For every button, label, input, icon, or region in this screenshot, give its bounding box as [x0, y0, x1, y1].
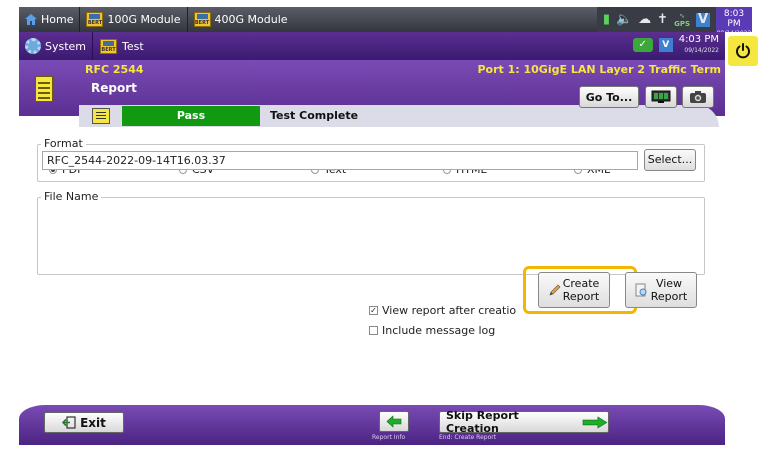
camera-icon — [690, 91, 706, 103]
monitor-icon — [651, 90, 671, 103]
checkbox-icon — [369, 326, 378, 335]
test-state-label: Test Complete — [270, 109, 359, 122]
os-clock: 8:03 PM 09/14/2022 — [716, 7, 752, 37]
gps-icon: ∿ GPS — [674, 11, 690, 28]
test-button[interactable]: BERT Test — [93, 32, 151, 60]
include-log-label: Include message log — [382, 324, 496, 337]
pencil-icon — [549, 284, 561, 296]
test-app-window: System BERT Test ✓ V 4:03 PM 09/14/2022 … — [19, 32, 725, 445]
os-tab-label: Home — [41, 13, 74, 26]
app-clock: 4:03 PM 09/14/2022 — [679, 34, 719, 56]
view-report-label-1: View — [655, 277, 683, 290]
os-top-bar: Home BERT 100G Module BERT 400G Module ▮… — [19, 7, 752, 37]
bottom-bar: Exit Report Info Skip Report Creation En… — [19, 405, 725, 445]
camera-button[interactable] — [682, 86, 714, 108]
skip-caption: End: Create Report — [439, 434, 497, 441]
os-status-icons: ▮ 🔈 ☁ ✝ ∿ GPS V — [596, 7, 716, 32]
exit-icon — [62, 416, 76, 429]
view-after-label: View report after creatio — [382, 304, 517, 317]
cloud-icon: ☁ — [638, 12, 652, 27]
view-report-label-2: Report — [650, 290, 688, 303]
app-time: 4:03 PM — [678, 34, 719, 45]
test-name: RFC 2544 — [85, 63, 144, 76]
bert-module-icon: BERT — [193, 12, 211, 27]
checkbox-checked-icon: ✓ — [369, 306, 378, 315]
arrow-right-icon — [582, 416, 608, 428]
arrow-left-icon — [386, 415, 402, 428]
power-button[interactable] — [728, 36, 758, 66]
battery-icon: ▮ — [602, 12, 610, 27]
system-label: System — [45, 39, 87, 53]
create-report-label-2: Report — [562, 290, 600, 303]
system-button[interactable]: System — [19, 32, 94, 60]
back-button[interactable] — [379, 411, 409, 432]
include-log-checkbox[interactable]: Include message log — [369, 324, 495, 337]
v-icon: V — [696, 11, 710, 27]
file-name-input[interactable]: RFC_2544-2022-09-14T16.03.37 — [42, 151, 638, 170]
create-report-label-1: Create — [562, 277, 600, 290]
view-after-checkbox[interactable]: ✓ View report after creatio — [369, 304, 516, 317]
satellite-icon: ✝ — [657, 12, 669, 27]
os-tab-label: 400G Module — [214, 13, 288, 26]
format-title: Format — [41, 137, 86, 150]
port-label: Port 1: 10GigE LAN Layer 2 Traffic Term — [477, 63, 721, 76]
section-title: Report — [91, 81, 137, 95]
skip-label: Skip Report Creation — [446, 409, 519, 435]
bert-module-icon: BERT — [86, 12, 104, 27]
list-icon[interactable] — [92, 108, 110, 124]
os-tab-home[interactable]: Home — [19, 7, 81, 32]
gear-icon — [25, 38, 41, 54]
os-time: 8:03 PM — [723, 9, 745, 29]
monitor-button[interactable] — [645, 86, 677, 108]
os-tab-400g-module[interactable]: BERT 400G Module — [188, 7, 294, 32]
create-report-button[interactable]: Create Report — [538, 272, 610, 308]
bert-module-icon: BERT — [100, 38, 118, 54]
exit-button[interactable]: Exit — [44, 412, 124, 433]
os-tab-label: 100G Module — [107, 13, 181, 26]
report-icon — [35, 76, 53, 102]
power-icon — [736, 43, 750, 59]
check-icon: ✓ — [632, 38, 653, 52]
back-caption: Report Info — [372, 434, 406, 441]
file-name-title: File Name — [41, 190, 102, 203]
report-content: Format PDF CSV Text HTML XML File Name R… — [19, 127, 725, 405]
os-tab-100g-module[interactable]: BERT 100G Module — [80, 7, 188, 32]
test-label: Test — [122, 39, 144, 53]
exit-label: Exit — [80, 415, 106, 430]
select-button[interactable]: Select... — [644, 149, 696, 171]
document-view-icon — [635, 283, 647, 297]
app-title-bar: System BERT Test ✓ V 4:03 PM 09/14/2022 — [19, 32, 725, 60]
home-icon — [25, 14, 37, 25]
view-report-button[interactable]: View Report — [625, 272, 697, 308]
file-name-group — [37, 197, 705, 275]
goto-button[interactable]: Go To... — [579, 86, 639, 108]
skip-report-creation-button[interactable]: Skip Report Creation — [439, 409, 609, 435]
pass-status-badge: Pass — [122, 106, 260, 126]
v-icon: V — [658, 38, 673, 52]
speaker-icon[interactable]: 🔈 — [616, 12, 632, 27]
app-date: 09/14/2022 — [684, 47, 719, 54]
